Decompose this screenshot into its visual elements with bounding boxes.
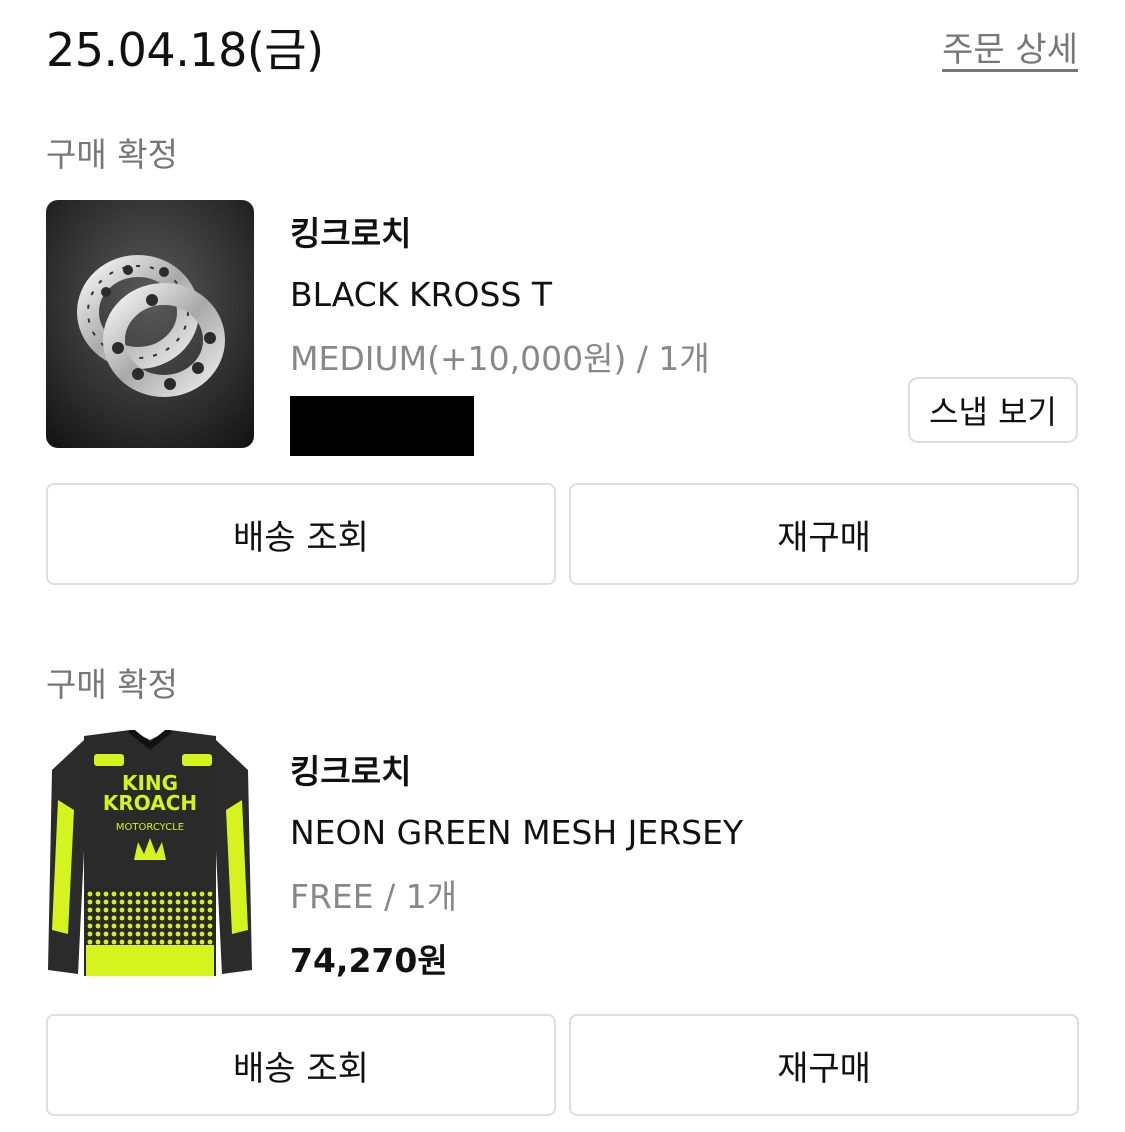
product-option: FREE / 1개 [290,877,458,916]
product-price: 74,270원 [290,941,448,980]
repurchase-button[interactable]: 재구매 [569,1014,1079,1116]
delivery-tracking-button[interactable]: 배송 조회 [46,483,556,585]
order-status: 구매 확정 [46,135,178,174]
delivery-tracking-button[interactable]: 배송 조회 [46,1014,556,1116]
product-image[interactable] [46,200,254,448]
order-date: 25.04.18(금) [46,23,324,77]
brand-name: 킹크로치 [290,752,412,791]
product-option: MEDIUM(+10,000원) / 1개 [290,339,710,378]
jersey-print-motorcycle: MOTORCYCLE [116,822,184,833]
product-image[interactable]: KING KROACH MOTORCYCLE [46,730,254,978]
order-detail-link[interactable]: 주문 상세 [942,22,1078,71]
product-name[interactable]: BLACK KROSS T [290,275,710,314]
order-status: 구매 확정 [46,665,178,704]
product-name[interactable]: NEON GREEN MESH JERSEY [290,813,743,852]
jersey-print-kroach: KROACH [103,791,197,815]
brand-name: 킹크로치 [290,214,412,253]
repurchase-button[interactable]: 재구매 [569,483,1079,585]
snap-view-button[interactable]: 스냅 보기 [908,377,1078,443]
redacted-price [290,396,474,456]
